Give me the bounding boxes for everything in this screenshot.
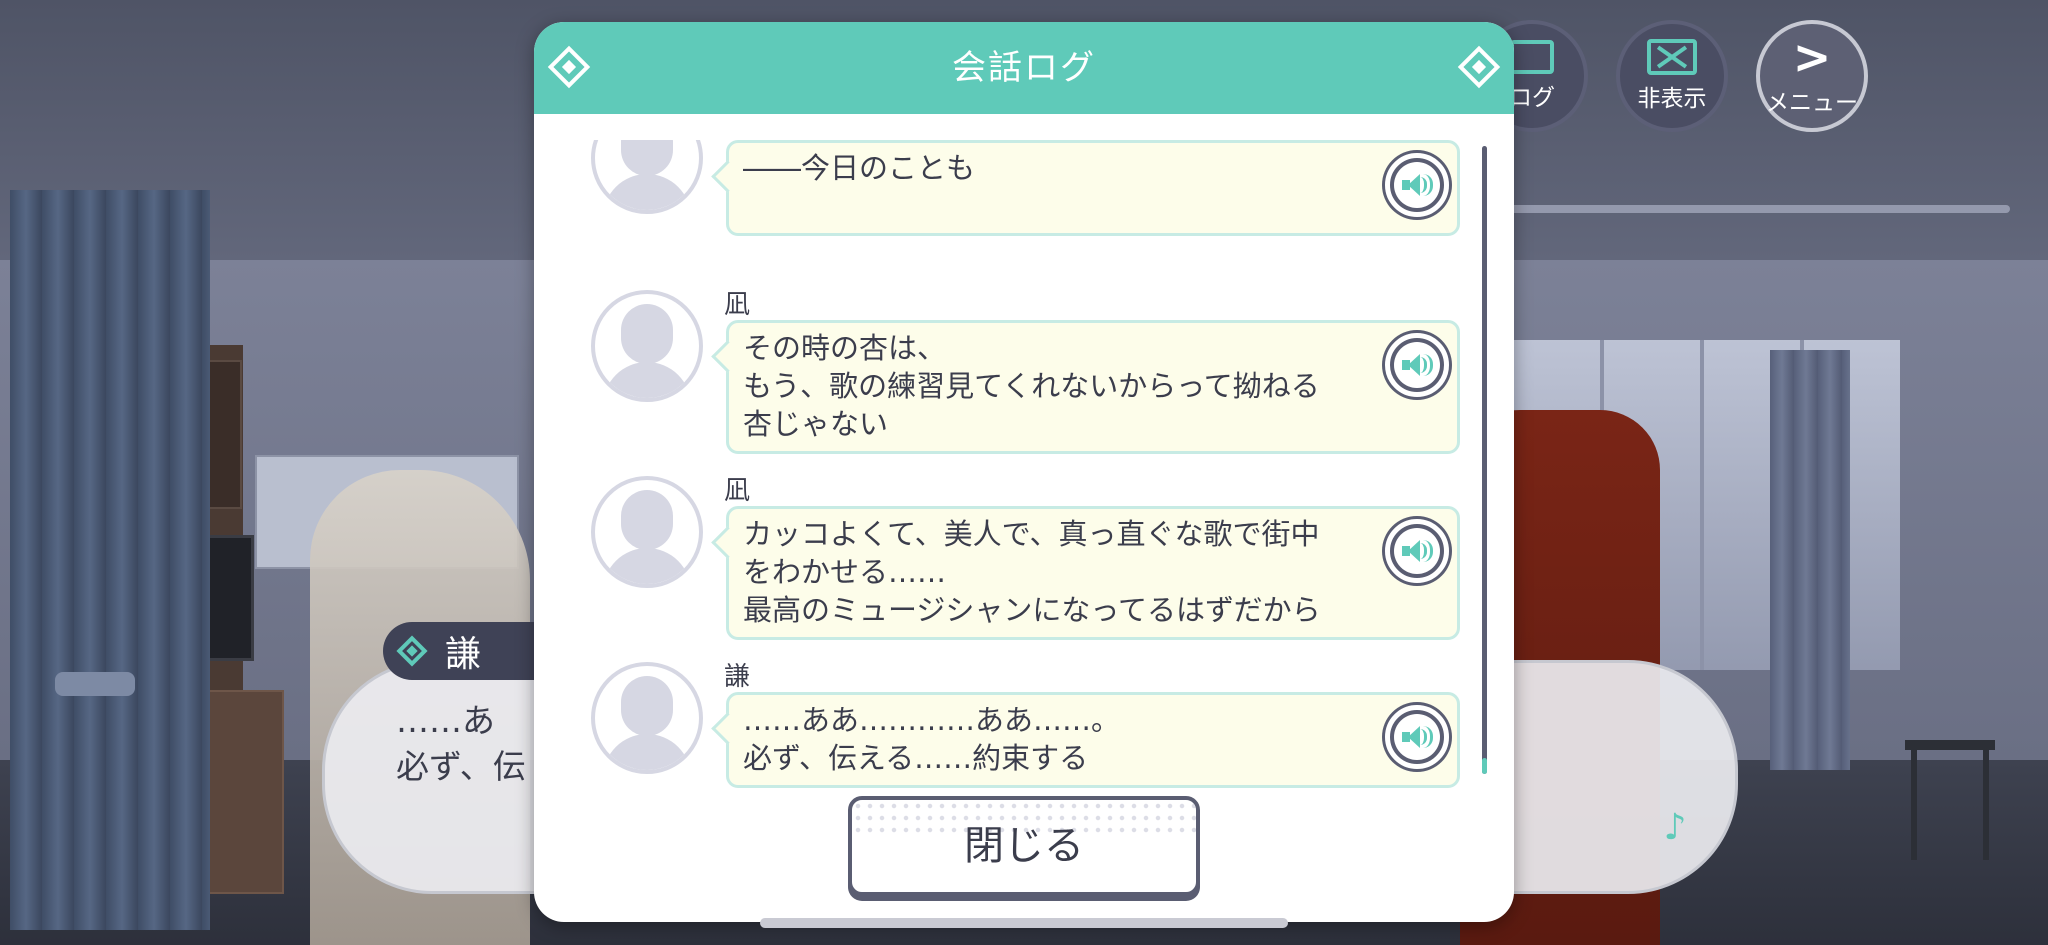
hide-x-icon <box>1647 39 1697 75</box>
message-text: その時の杏は、 もう、歌の練習見てくれないからって拗ねる 杏じゃない <box>743 331 1320 441</box>
avatar-head <box>621 304 673 364</box>
speaker-icon <box>1394 528 1440 574</box>
speaker-label: 謙 <box>724 662 751 692</box>
avatar <box>591 140 703 214</box>
hide-button-label: 非表示 <box>1637 86 1707 112</box>
avatar-head <box>621 490 673 550</box>
scene-stool <box>1905 740 1995 870</box>
message-text: カッコよくて、美人で、真っ直ぐな歌で街中 をわかせる…… 最高のミュージシャンに… <box>743 517 1321 627</box>
chevron-right-icon: > <box>1792 30 1832 84</box>
avatar-body <box>603 734 691 770</box>
diamond-icon <box>396 635 428 667</box>
speaker-icon <box>1394 342 1440 388</box>
conversation-log-modal: 会話ログ 凪 ――今日のことも <box>534 22 1514 922</box>
home-indicator[interactable] <box>760 918 1288 928</box>
window-frame <box>1700 340 1704 670</box>
menu-button[interactable]: > メニュー <box>1756 20 1868 132</box>
scene-curtain-right <box>1770 350 1850 770</box>
scene-curtain-left <box>10 190 210 930</box>
avatar-body <box>603 362 691 398</box>
avatar-head <box>621 676 673 736</box>
curtain-rail <box>1490 205 2010 213</box>
avatar-body <box>603 174 691 210</box>
avatar-body <box>603 548 691 584</box>
speaker-icon <box>1394 162 1440 208</box>
game-scene: 謙 ……あ 必ず、伝 ♪ ログ 非表示 > メニュー 会話ログ 凪 <box>0 0 2048 945</box>
avatar-head <box>621 140 673 176</box>
message-bubble: ……ああ…………ああ……。 必ず、伝える……約束する <box>711 692 1460 788</box>
bubble-tail <box>711 160 744 193</box>
log-button-label: ログ <box>1509 85 1555 111</box>
message-bubble: その時の杏は、 もう、歌の練習見てくれないからって拗ねる 杏じゃない <box>711 320 1460 454</box>
bubble-tail <box>711 340 744 373</box>
speaker-label: 凪 <box>724 290 751 320</box>
bubble-tail <box>711 526 744 559</box>
log-scroll-area[interactable]: 凪 ――今日のことも 凪 <box>534 140 1514 796</box>
bubble-tail <box>711 712 744 745</box>
speaker-icon <box>1394 714 1440 760</box>
voice-replay-button[interactable] <box>1385 519 1449 583</box>
voice-replay-button[interactable] <box>1385 705 1449 769</box>
message-text: ……ああ…………ああ……。 必ず、伝える……約束する <box>743 703 1121 775</box>
curtain-tie <box>55 672 135 696</box>
menu-button-label: メニュー <box>1766 90 1858 116</box>
message-bubble: ――今日のことも <box>711 140 1460 236</box>
close-button-label: 閉じる <box>964 823 1084 869</box>
voice-replay-button[interactable] <box>1385 333 1449 397</box>
music-note-icon: ♪ <box>1663 807 1687 848</box>
avatar <box>591 290 703 402</box>
modal-title: 会話ログ <box>952 48 1096 88</box>
speaker-name: 謙 <box>445 634 482 675</box>
chat-log-icon <box>1510 40 1554 74</box>
voice-replay-button[interactable] <box>1385 153 1449 217</box>
message-bubble: カッコよくて、美人で、真っ直ぐな歌で街中 をわかせる…… 最高のミュージシャンに… <box>711 506 1460 640</box>
close-button[interactable]: 閉じる <box>848 796 1200 896</box>
hide-button[interactable]: 非表示 <box>1616 20 1728 132</box>
scrollbar-track[interactable] <box>1482 146 1487 774</box>
avatar <box>591 662 703 774</box>
speaker-label: 凪 <box>724 476 751 506</box>
avatar <box>591 476 703 588</box>
message-text: ――今日のことも <box>743 151 976 185</box>
scrollbar-thumb[interactable] <box>1482 758 1487 774</box>
